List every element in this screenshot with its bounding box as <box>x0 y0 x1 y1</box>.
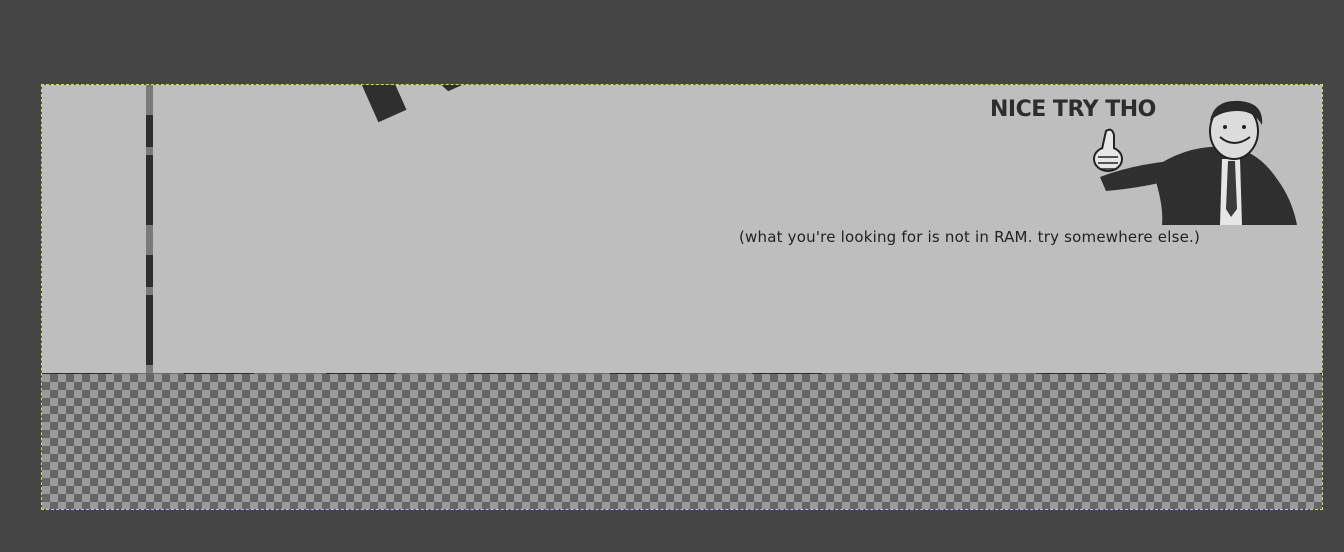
thumbs-up-man-icon <box>1093 100 1297 225</box>
image-canvas[interactable]: NOT NICE TRY THO (w <box>41 84 1323 510</box>
caption-text: (what you're looking for is not in RAM. … <box>739 228 1201 246</box>
image-workspace[interactable]: NOT NICE TRY THO (w <box>0 0 1344 552</box>
image-layer[interactable]: NOT NICE TRY THO (w <box>42 85 1322 374</box>
layer-boundary-vertical <box>146 85 153 374</box>
transparent-area <box>42 374 1322 509</box>
rotated-big-text: NOT <box>285 85 766 174</box>
